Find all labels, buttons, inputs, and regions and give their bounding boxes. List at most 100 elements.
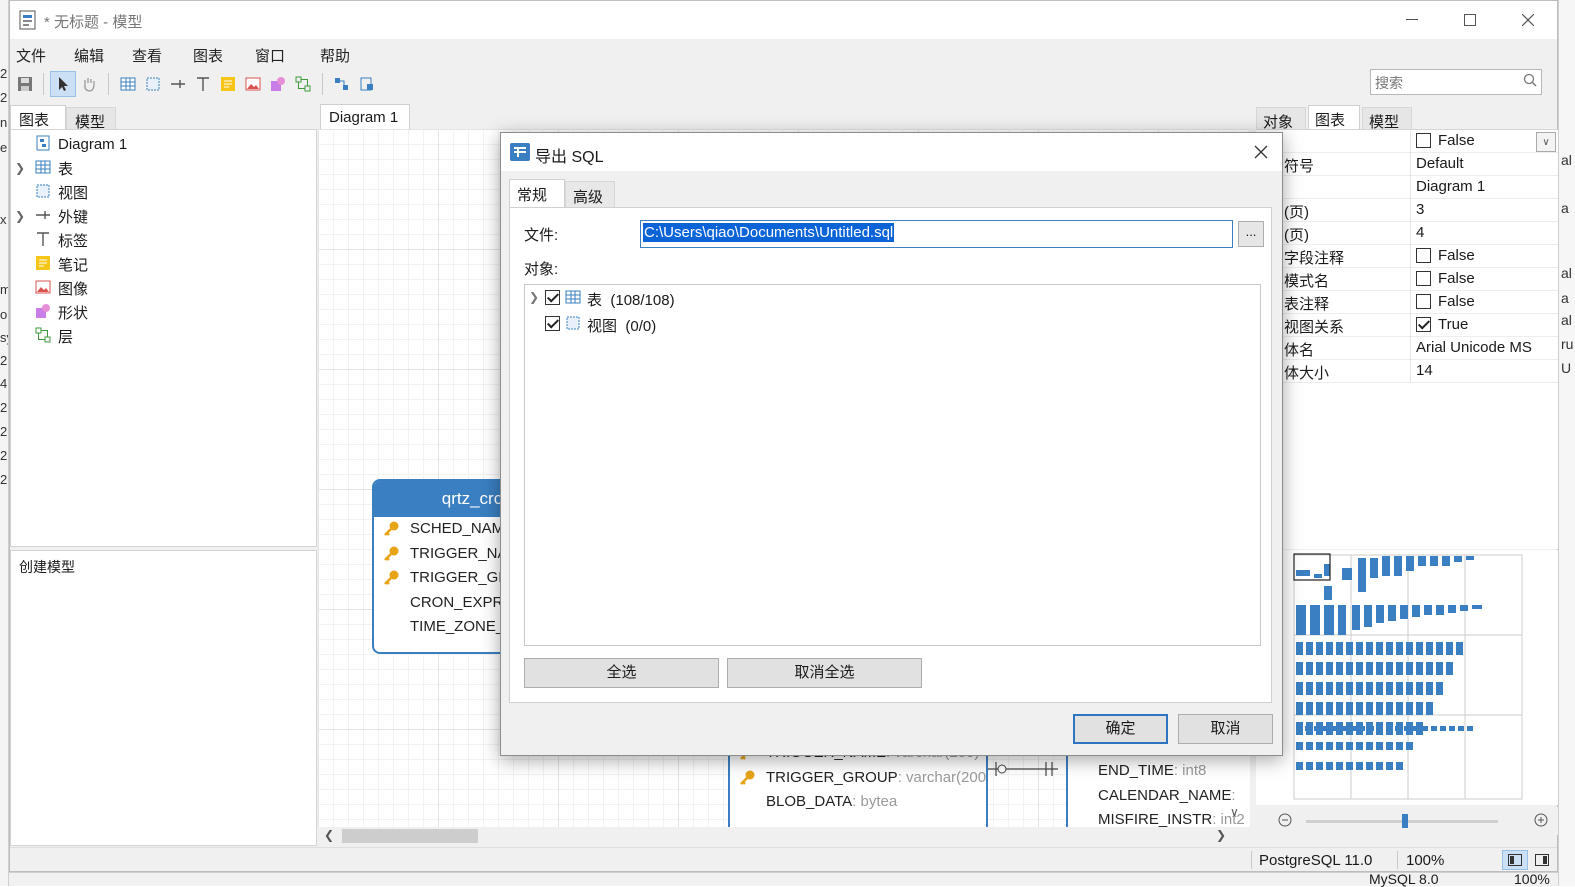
ok-button[interactable]: 确定 [1073,714,1168,744]
tree-item-images[interactable]: 图像 [11,276,311,300]
scrollbar-thumb[interactable] [342,829,478,843]
scroll-left-icon[interactable]: ❮ [324,828,334,842]
property-dropdown-icon[interactable]: ∨ [1536,132,1556,152]
tree-item-diagram[interactable]: Diagram 1 [11,132,311,156]
property-row[interactable]: 体名 Arial Unicode MS [1256,337,1558,360]
tab-object[interactable]: 对象 [1256,107,1306,131]
property-row[interactable]: (页) 4 [1256,222,1558,245]
property-row[interactable]: 视图关系 True [1256,314,1558,337]
property-row[interactable]: 表注释 False [1256,291,1558,314]
property-checkbox[interactable] [1416,271,1431,286]
property-value[interactable]: False [1416,247,1475,264]
layer-icon[interactable] [290,71,316,97]
view-icon[interactable] [140,71,166,97]
tab-advanced[interactable]: 高级 [565,181,615,207]
scroll-right-icon[interactable]: ❯ [1216,828,1226,842]
property-value[interactable]: False [1416,270,1475,287]
menu-file[interactable]: 文件 [16,45,46,66]
property-value[interactable]: Diagram 1 [1416,178,1485,195]
zoom-out-icon[interactable] [1278,813,1292,827]
tab-model-props[interactable]: 模型 [1362,107,1412,131]
minimize-button[interactable] [1383,1,1441,39]
search-input[interactable]: 搜索 [1370,69,1542,95]
property-value[interactable]: Arial Unicode MS [1416,339,1532,356]
menu-view[interactable]: 查看 [132,45,162,66]
image-icon[interactable] [240,71,266,97]
chevron-right-icon[interactable]: ❯ [15,209,27,223]
menu-diagram[interactable]: 图表 [193,45,223,66]
tree-item-layers[interactable]: 层 [11,324,311,348]
save-icon[interactable] [12,71,38,97]
property-row[interactable]: 符号 Default [1256,153,1558,176]
property-row[interactable]: 体大小 14 [1256,360,1558,383]
tab-diagram-props[interactable]: 图表 [1308,105,1360,129]
overview-minimap[interactable] [1256,550,1558,805]
hand-icon[interactable] [76,71,102,97]
select-all-button[interactable]: 全选 [524,658,719,688]
shape-icon[interactable] [265,71,291,97]
tree-item-foreign-keys[interactable]: ❯ 外键 [11,204,311,228]
property-value[interactable]: True [1416,316,1468,333]
object-item-tables[interactable]: ❯ 表 (108/108) [525,285,925,311]
tree-item-labels[interactable]: 标签 [11,228,311,252]
property-value[interactable]: 4 [1416,224,1424,241]
property-value[interactable]: Default [1416,155,1464,172]
property-row[interactable]: 字段注释 False [1256,245,1558,268]
property-checkbox[interactable] [1416,248,1431,263]
zoom-slider-thumb[interactable] [1402,814,1408,828]
entity-field[interactable]: END_TIME: int8 [1068,759,1250,784]
table-icon[interactable] [115,71,141,97]
status-separator [1251,851,1252,869]
fit-icon[interactable] [354,71,380,97]
entity-field[interactable]: MISFIRE_INSTR: int2 [1068,808,1250,827]
cancel-button[interactable]: 取消 [1178,714,1273,744]
tree-item-notes[interactable]: 笔记 [11,252,311,276]
property-value[interactable]: False [1416,293,1475,310]
auto-layout-icon[interactable] [329,71,355,97]
close-button[interactable] [1499,1,1557,39]
zoom-in-icon[interactable] [1534,813,1548,827]
file-path-input[interactable]: C:\Users\qiao\Documents\Untitled.sql [640,220,1233,248]
property-value[interactable]: False [1416,132,1475,149]
entity-field[interactable]: TRIGGER_GROUP: varchar(200) [730,766,986,791]
label-icon[interactable] [190,71,216,97]
entity-field[interactable]: CALENDAR_NAME: [1068,784,1250,809]
scroll-down-icon[interactable]: ∨ [1230,805,1239,819]
pointer-icon[interactable] [50,71,76,97]
tree-item-views[interactable]: 视图 [11,180,311,204]
tab-diagram[interactable]: 图表 [10,105,66,129]
overview-block [1396,742,1403,750]
tree-item-shapes[interactable]: 形状 [11,300,311,324]
property-checkbox[interactable] [1416,317,1431,332]
dialog-close-button[interactable] [1245,137,1277,167]
maximize-button[interactable] [1441,1,1499,39]
tab-model[interactable]: 模型 [66,107,116,131]
note-icon[interactable] [215,71,241,97]
chevron-right-icon[interactable]: ❯ [15,161,27,175]
property-row[interactable]: (页) 3 [1256,199,1558,222]
menu-window[interactable]: 窗口 [255,45,285,66]
object-item-views[interactable]: 视图 (0/0) [525,311,925,337]
horizontal-scrollbar[interactable]: ❮ ❯ [318,827,1234,845]
property-value[interactable]: 3 [1416,201,1424,218]
property-row[interactable]: Diagram 1 [1256,176,1558,199]
property-row[interactable]: 模式名 False [1256,268,1558,291]
browse-button[interactable]: ... [1238,221,1264,247]
entity-field[interactable]: BLOB_DATA: bytea [730,790,986,815]
layout-left-panel-icon[interactable] [1502,850,1528,870]
property-checkbox[interactable] [1416,294,1431,309]
deselect-all-button[interactable]: 取消全选 [727,658,922,688]
tab-diagram-1[interactable]: Diagram 1 [320,104,410,130]
property-checkbox[interactable] [1416,133,1431,148]
views-checkbox[interactable] [545,316,560,331]
tables-checkbox[interactable] [545,290,560,305]
property-value[interactable]: 14 [1416,362,1433,379]
property-row[interactable]: False ∨ [1256,130,1558,153]
chevron-right-icon[interactable]: ❯ [529,290,539,304]
menu-edit[interactable]: 编辑 [74,45,104,66]
layout-right-panel-icon[interactable] [1529,850,1555,870]
foreign-key-icon[interactable] [165,71,191,97]
tree-item-tables[interactable]: ❯ 表 [11,156,311,180]
menu-help[interactable]: 帮助 [320,45,350,66]
tab-general[interactable]: 常规 [509,179,565,207]
